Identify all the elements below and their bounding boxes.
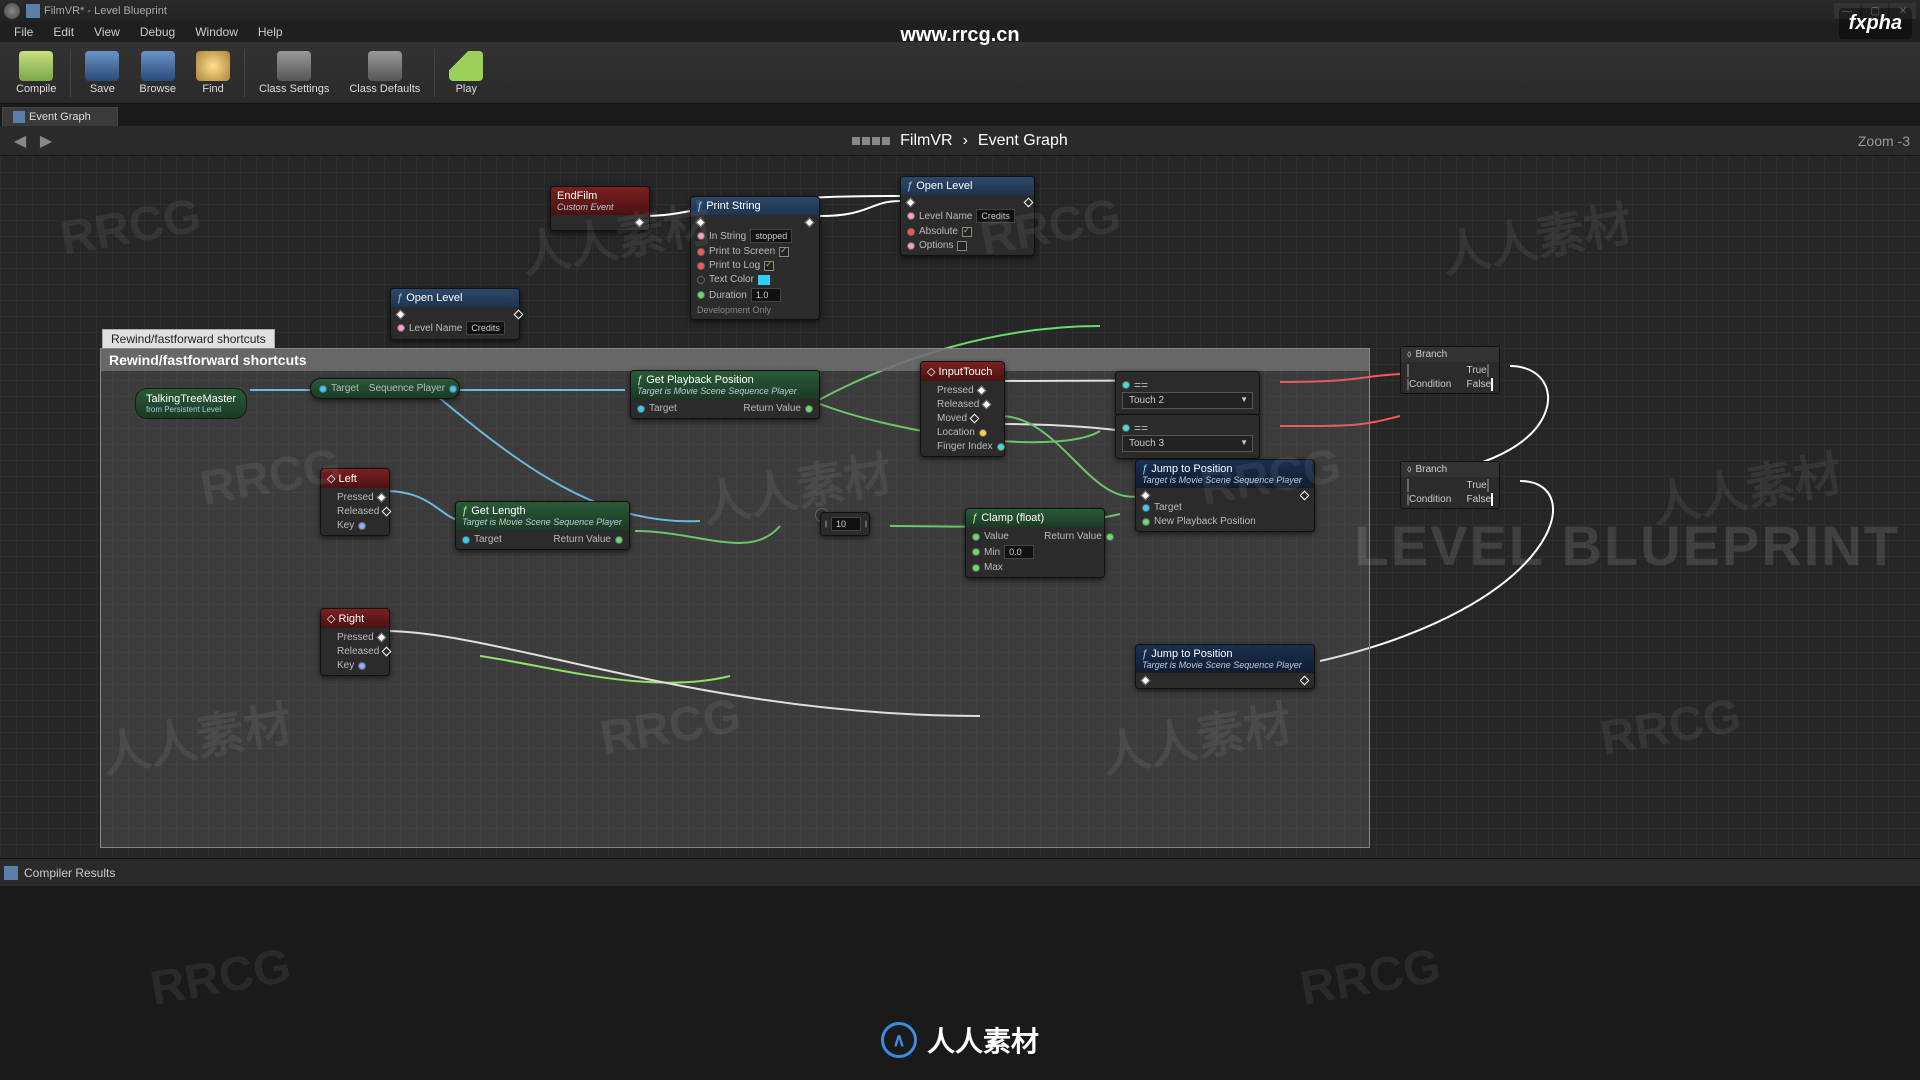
node-jump-position-2[interactable]: ƒ Jump to PositionTarget is Movie Scene … xyxy=(1135,644,1315,689)
graph-header: ◀ ▶ FilmVR › Event Graph Zoom -3 xyxy=(0,126,1920,156)
menu-window[interactable]: Window xyxy=(185,25,248,39)
node-jump-position-1[interactable]: ƒ Jump to PositionTarget is Movie Scene … xyxy=(1135,459,1315,532)
node-input-right[interactable]: ◇ Right Pressed Released Key xyxy=(320,608,390,676)
compiler-icon xyxy=(4,866,18,880)
branch-icon: ⬨ xyxy=(1407,464,1412,475)
branch-icon: ⬨ xyxy=(1407,349,1412,360)
node-seqplayer-var[interactable]: Target Sequence Player xyxy=(310,378,460,399)
menu-file[interactable]: File xyxy=(4,25,43,39)
node-input-touch[interactable]: ◇ InputTouch Pressed Released Moved Loca… xyxy=(920,361,1005,457)
menu-view[interactable]: View xyxy=(84,25,130,39)
play-button[interactable]: Play xyxy=(439,45,493,101)
node-clamp[interactable]: ƒ Clamp (float) Value Min0.0 Max Return … xyxy=(965,508,1105,578)
breadcrumb-leaf[interactable]: Event Graph xyxy=(978,132,1068,150)
comment-title: Rewind/fastforward shortcuts xyxy=(101,349,1369,371)
compiler-results-label: Compiler Results xyxy=(24,866,115,880)
graph-canvas[interactable]: EndFilmCustom Event ƒ Print String In St… xyxy=(0,156,1920,858)
class-settings-button[interactable]: Class Settings xyxy=(249,45,339,101)
node-get-playback[interactable]: ƒ Get Playback PositionTarget is Movie S… xyxy=(630,370,820,419)
tabstrip: Event Graph xyxy=(0,104,1920,126)
node-equals-touch3[interactable]: == Touch 3 xyxy=(1115,414,1260,459)
node-open-level-left[interactable]: ƒ Open Level Level NameCredits xyxy=(390,288,520,340)
graph-icon xyxy=(13,111,25,123)
node-talkingtree-var[interactable]: TalkingTreeMasterfrom Persistent Level xyxy=(135,388,247,419)
window-title: FilmVR* - Level Blueprint xyxy=(44,5,167,17)
browse-button[interactable]: Browse xyxy=(129,45,186,101)
tab-event-graph[interactable]: Event Graph xyxy=(2,107,118,126)
node-input-left[interactable]: ◇ Left Pressed Released Key xyxy=(320,468,390,536)
compiler-results-tab[interactable]: Compiler Results xyxy=(0,858,1920,886)
node-get-length[interactable]: ƒ Get LengthTarget is Movie Scene Sequen… xyxy=(455,501,630,550)
find-button[interactable]: Find xyxy=(186,45,240,101)
node-open-level-top[interactable]: ƒ Open Level Level NameCredits Absolute … xyxy=(900,176,1035,256)
node-branch-1[interactable]: ⬨Branch Condition TrueFalse xyxy=(1400,346,1500,394)
zoom-indicator: Zoom -3 xyxy=(1858,133,1910,149)
class-defaults-button[interactable]: Class Defaults xyxy=(339,45,430,101)
watermark-big: LEVEL BLUEPRINT xyxy=(1355,513,1900,578)
titlebar: FilmVR* - Level Blueprint — ▢ ✕ xyxy=(0,0,1920,22)
touch3-dropdown[interactable]: Touch 3 xyxy=(1122,435,1253,452)
toolbar: Compile Save Browse Find Class Settings … xyxy=(0,42,1920,104)
node-print-string[interactable]: ƒ Print String In Stringstopped Print to… xyxy=(690,196,820,320)
compile-button[interactable]: Compile xyxy=(6,45,66,101)
node-endfilm[interactable]: EndFilmCustom Event xyxy=(550,186,650,231)
breadcrumb-root[interactable]: FilmVR xyxy=(900,132,952,150)
bottom-brand-logo: ∧ 人人素材 xyxy=(881,1020,1039,1060)
node-float-literal[interactable]: 10 xyxy=(820,512,870,536)
menu-edit[interactable]: Edit xyxy=(43,25,84,39)
comment-tooltip: Rewind/fastforward shortcuts xyxy=(102,329,275,349)
url-watermark: www.rrcg.cn xyxy=(900,24,1019,47)
menu-help[interactable]: Help xyxy=(248,25,293,39)
chevron-right-icon: › xyxy=(963,132,968,150)
node-branch-2[interactable]: ⬨Branch Condition TrueFalse xyxy=(1400,461,1500,509)
menu-debug[interactable]: Debug xyxy=(130,25,185,39)
save-button[interactable]: Save xyxy=(75,45,129,101)
nav-back-button[interactable]: ◀ xyxy=(10,131,30,151)
fxpha-watermark: fxpha xyxy=(1839,8,1912,39)
brand-circle-icon: ∧ xyxy=(881,1022,917,1058)
ue-logo-icon xyxy=(4,3,20,19)
touch2-dropdown[interactable]: Touch 2 xyxy=(1122,392,1253,409)
nav-forward-button[interactable]: ▶ xyxy=(36,131,56,151)
blueprint-icon xyxy=(26,4,40,18)
node-equals-touch2[interactable]: == Touch 2 xyxy=(1115,371,1260,416)
breadcrumb-icon xyxy=(852,137,890,145)
